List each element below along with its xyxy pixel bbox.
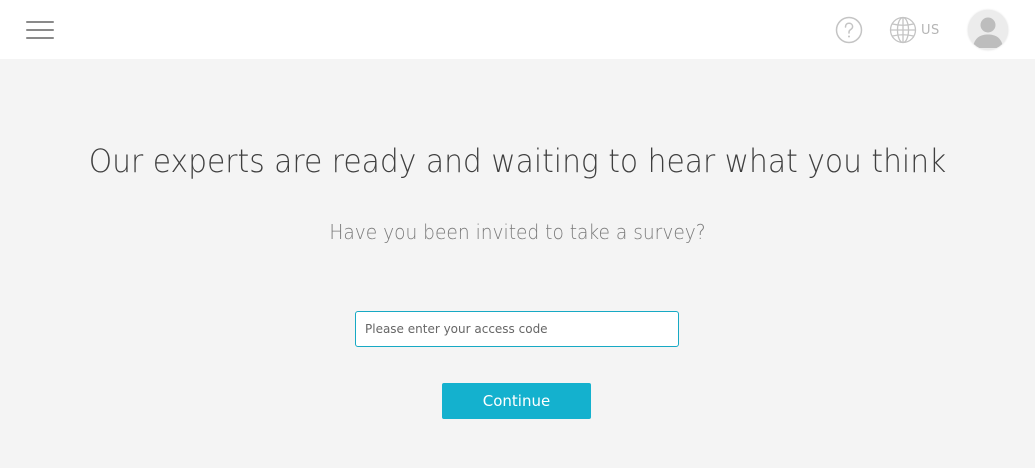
language-selector[interactable]: US xyxy=(889,16,940,44)
page-subheadline: Have you been invited to take a survey? xyxy=(329,220,706,244)
page-headline: Our experts are ready and waiting to hea… xyxy=(88,142,947,180)
access-code-input[interactable] xyxy=(355,311,679,347)
language-label: US xyxy=(921,22,940,38)
help-button[interactable] xyxy=(835,16,863,44)
user-avatar-icon xyxy=(968,10,1008,50)
globe-icon xyxy=(889,16,917,44)
top-header: US xyxy=(0,0,1035,59)
question-circle-icon xyxy=(835,16,863,44)
hamburger-menu-icon[interactable] xyxy=(26,19,54,41)
continue-button[interactable]: Continue xyxy=(442,383,591,419)
user-avatar[interactable] xyxy=(968,10,1008,50)
